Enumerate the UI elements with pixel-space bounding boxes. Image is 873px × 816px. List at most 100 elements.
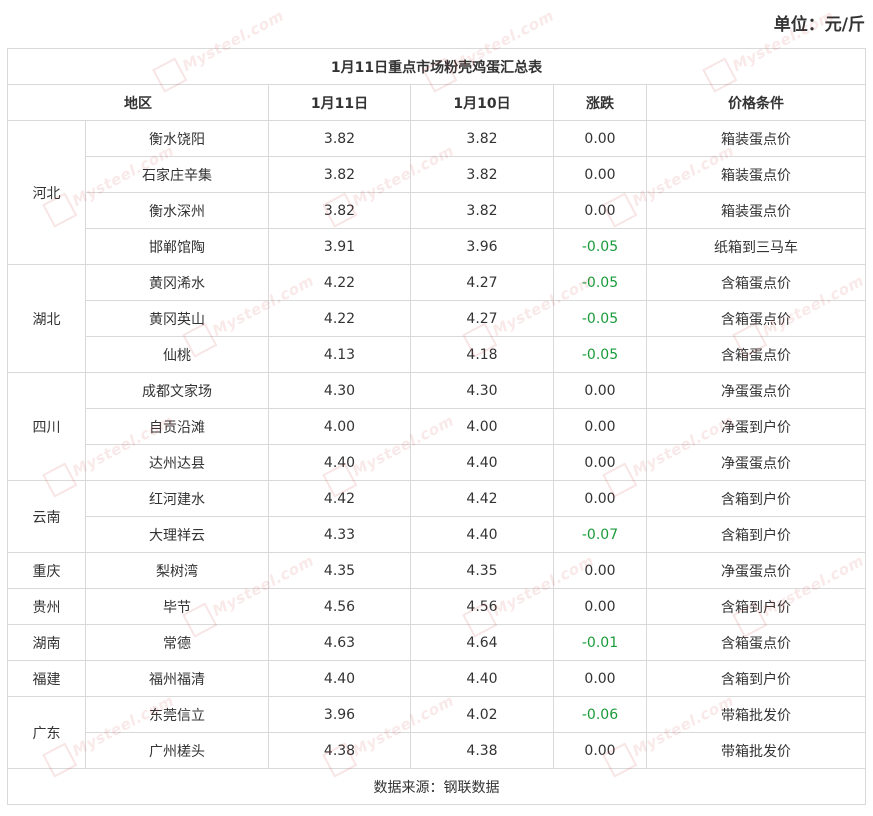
- market-cell: 达州达县: [85, 444, 269, 481]
- jan10-cell: 3.82: [410, 120, 554, 157]
- jan11-cell: 4.40: [268, 444, 411, 481]
- province-cell: 湖北: [7, 264, 86, 373]
- market-cell: 福州福清: [85, 660, 269, 697]
- market-cell: 广州槎头: [85, 732, 269, 769]
- jan10-cell: 4.35: [410, 552, 554, 589]
- market-cell: 石家庄辛集: [85, 156, 269, 193]
- jan11-cell: 4.22: [268, 300, 411, 337]
- header-jan10: 1月10日: [410, 84, 554, 121]
- change-cell: -0.01: [553, 624, 647, 661]
- province-cell: 贵州: [7, 588, 86, 625]
- jan10-cell: 3.96: [410, 228, 554, 265]
- jan10-cell: 3.82: [410, 156, 554, 193]
- condition-cell: 纸箱到三马车: [645, 228, 867, 265]
- change-cell: -0.07: [553, 516, 647, 553]
- condition-cell: 箱装蛋点价: [645, 192, 867, 229]
- jan11-cell: 4.56: [268, 588, 411, 625]
- table-row: 石家庄辛集 3.82 3.82 0.00 箱装蛋点价: [8, 156, 867, 193]
- change-cell: 0.00: [553, 120, 647, 157]
- jan10-cell: 4.42: [410, 480, 554, 517]
- jan11-cell: 3.82: [268, 192, 411, 229]
- jan11-cell: 4.13: [268, 336, 411, 373]
- condition-cell: 含箱蛋点价: [645, 264, 867, 301]
- market-cell: 衡水深州: [85, 192, 269, 229]
- condition-cell: 净蛋蛋点价: [645, 372, 867, 409]
- change-cell: 0.00: [553, 408, 647, 445]
- jan11-cell: 4.00: [268, 408, 411, 445]
- jan10-cell: 4.40: [410, 660, 554, 697]
- table-row: 河北 衡水饶阳 3.82 3.82 0.00 箱装蛋点价: [7, 120, 867, 265]
- province-cell: 湖南: [7, 624, 86, 661]
- condition-cell: 含箱到户价: [645, 660, 867, 697]
- change-cell: -0.05: [553, 228, 647, 265]
- jan11-cell: 4.42: [268, 480, 411, 517]
- condition-cell: 含箱蛋点价: [645, 300, 867, 337]
- condition-cell: 箱装蛋点价: [645, 156, 867, 193]
- change-cell: -0.06: [553, 696, 647, 733]
- jan11-cell: 4.22: [268, 264, 411, 301]
- unit-label: 单位：元/斤: [773, 15, 865, 35]
- condition-cell: 含箱到户价: [645, 480, 867, 517]
- jan10-cell: 4.02: [410, 696, 554, 733]
- market-cell: 常德: [85, 624, 269, 661]
- jan10-cell: 4.56: [410, 588, 554, 625]
- change-cell: 0.00: [553, 588, 647, 625]
- change-cell: 0.00: [553, 480, 647, 517]
- province-cell: 福建: [7, 660, 86, 697]
- jan11-cell: 4.40: [268, 660, 411, 697]
- table-row: 仙桃 4.13 4.18 -0.05 含箱蛋点价: [8, 336, 867, 373]
- province-cell: 云南: [7, 480, 86, 553]
- jan11-cell: 4.35: [268, 552, 411, 589]
- province-cell: 广东: [7, 696, 86, 769]
- table-row: 湖北 黄冈浠水 4.22 4.27 -0.05 含箱蛋点价: [7, 264, 867, 373]
- condition-cell: 含箱到户价: [645, 588, 867, 625]
- province-cell: 四川: [7, 372, 86, 481]
- market-cell: 红河建水: [85, 480, 269, 517]
- change-cell: 0.00: [553, 732, 647, 769]
- jan10-cell: 4.30: [410, 372, 554, 409]
- change-cell: 0.00: [553, 372, 647, 409]
- jan11-cell: 3.82: [268, 156, 411, 193]
- market-cell: 自贡沿滩: [85, 408, 269, 445]
- jan11-cell: 3.91: [268, 228, 411, 265]
- table-row: 重庆 梨树湾 4.35 4.35 0.00 净蛋蛋点价: [7, 552, 867, 589]
- market-cell: 仙桃: [85, 336, 269, 373]
- market-cell: 邯郸馆陶: [85, 228, 269, 265]
- jan11-cell: 4.33: [268, 516, 411, 553]
- condition-cell: 箱装蛋点价: [645, 120, 867, 157]
- jan10-cell: 4.00: [410, 408, 554, 445]
- change-cell: -0.05: [553, 336, 647, 373]
- change-cell: -0.05: [553, 300, 647, 337]
- change-cell: 0.00: [553, 156, 647, 193]
- table-row: 黄冈英山 4.22 4.27 -0.05 含箱蛋点价: [8, 300, 867, 337]
- table-row: 达州达县 4.40 4.40 0.00 净蛋蛋点价: [8, 444, 867, 481]
- jan10-cell: 4.38: [410, 732, 554, 769]
- change-cell: 0.00: [553, 192, 647, 229]
- table-row: 衡水深州 3.82 3.82 0.00 箱装蛋点价: [8, 192, 867, 229]
- market-cell: 黄冈浠水: [85, 264, 269, 301]
- table-row: 自贡沿滩 4.00 4.00 0.00 净蛋到户价: [8, 408, 867, 445]
- market-cell: 成都文家场: [85, 372, 269, 409]
- table-row: 福建 福州福清 4.40 4.40 0.00 含箱到户价: [7, 660, 867, 697]
- province-cell: 重庆: [7, 552, 86, 589]
- change-cell: 0.00: [553, 552, 647, 589]
- table-row: 四川 成都文家场 4.30 4.30 0.00 净蛋蛋点价: [7, 372, 867, 481]
- header-condition: 价格条件: [645, 84, 867, 121]
- egg-price-table: 1月11日重点市场粉壳鸡蛋汇总表 地区 1月11日 1月10日 涨跌 价格条件 …: [6, 48, 867, 805]
- market-cell: 大理祥云: [85, 516, 269, 553]
- table-body: 河北 衡水饶阳 3.82 3.82 0.00 箱装蛋点价 石家庄辛集 3.82 3.82 0.00…: [7, 120, 867, 769]
- table-row: 大理祥云 4.33 4.40 -0.07 含箱到户价: [8, 516, 867, 553]
- jan11-cell: 3.82: [268, 120, 411, 157]
- market-cell: 东莞信立: [85, 696, 269, 733]
- change-cell: 0.00: [553, 444, 647, 481]
- condition-cell: 净蛋蛋点价: [645, 444, 867, 481]
- table-row: 贵州 毕节 4.56 4.56 0.00 含箱到户价: [7, 588, 867, 625]
- change-cell: -0.05: [553, 264, 647, 301]
- table-row: 广东 东莞信立 3.96 4.02 -0.06 带箱批发价: [7, 696, 867, 769]
- condition-cell: 含箱到户价: [645, 516, 867, 553]
- table-row: 云南 红河建水 4.42 4.42 0.00 含箱到户价: [7, 480, 867, 553]
- market-cell: 毕节: [85, 588, 269, 625]
- condition-cell: 带箱批发价: [645, 696, 867, 733]
- change-cell: 0.00: [553, 660, 647, 697]
- market-cell: 梨树湾: [85, 552, 269, 589]
